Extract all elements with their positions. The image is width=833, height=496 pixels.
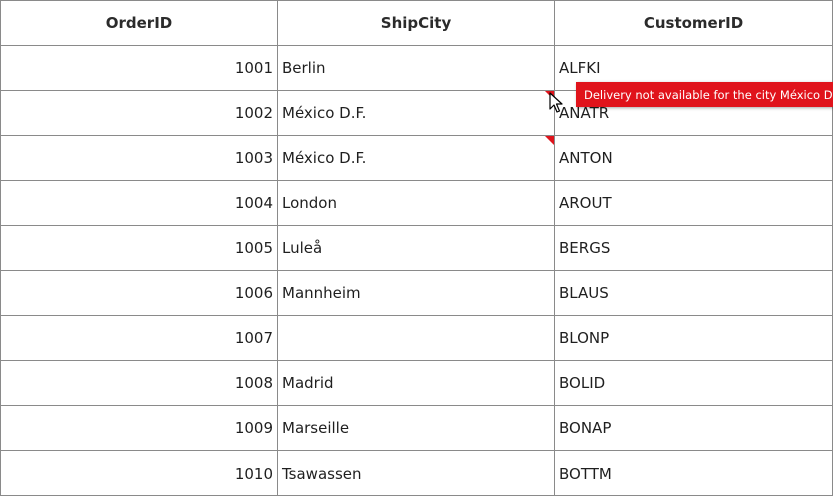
mouse-cursor-icon — [549, 92, 563, 113]
cell-shipcity[interactable]: London — [278, 181, 555, 225]
cell-customerid[interactable]: BLONP — [555, 316, 832, 360]
grid-body: 1001 Berlin ALFKI 1002 México D.F. ANATR 1003 M… — [1, 46, 832, 496]
cell-shipcity[interactable]: Berlin — [278, 46, 555, 90]
cell-customerid[interactable]: BERGS — [555, 226, 832, 270]
cell-customerid[interactable]: ANTON — [555, 136, 832, 180]
cell-shipcity[interactable]: México D.F. — [278, 136, 555, 180]
table-row[interactable]: 1009 Marseille BONAP — [1, 406, 832, 451]
table-row[interactable]: 1010 Tsawassen BOTTM — [1, 451, 832, 496]
cell-shipcity-text: London — [282, 194, 337, 212]
cell-customerid[interactable]: BLAUS — [555, 271, 832, 315]
cell-shipcity-text: México D.F. — [282, 104, 367, 122]
cell-shipcity-text: Mannheim — [282, 284, 361, 302]
cell-orderid[interactable]: 1008 — [1, 361, 278, 405]
cell-shipcity-text: Tsawassen — [282, 464, 362, 483]
cell-customerid[interactable]: AROUT — [555, 181, 832, 225]
cell-shipcity[interactable] — [278, 316, 555, 360]
cell-shipcity[interactable]: Marseille — [278, 406, 555, 450]
error-indicator-icon[interactable] — [545, 136, 554, 145]
header-row: OrderID ShipCity CustomerID — [1, 1, 832, 46]
cell-orderid[interactable]: 1006 — [1, 271, 278, 315]
column-header-customerid[interactable]: CustomerID — [555, 1, 832, 45]
cell-customerid[interactable]: BOLID — [555, 361, 832, 405]
cell-shipcity-text: Madrid — [282, 374, 334, 392]
table-row[interactable]: 1004 London AROUT — [1, 181, 832, 226]
cell-orderid[interactable]: 1009 — [1, 406, 278, 450]
column-header-orderid[interactable]: OrderID — [1, 1, 278, 45]
cell-shipcity-text: México D.F. — [282, 149, 367, 167]
cell-shipcity[interactable]: México D.F. — [278, 91, 555, 135]
cell-shipcity[interactable]: Tsawassen — [278, 451, 555, 496]
cell-customerid[interactable]: BOTTM — [555, 451, 832, 496]
cell-orderid[interactable]: 1004 — [1, 181, 278, 225]
cell-shipcity-text: Berlin — [282, 59, 326, 77]
cell-orderid[interactable]: 1005 — [1, 226, 278, 270]
table-row[interactable]: 1006 Mannheim BLAUS — [1, 271, 832, 316]
validation-error-tooltip: Delivery not available for the city Méxi… — [576, 82, 833, 107]
cell-shipcity[interactable]: Madrid — [278, 361, 555, 405]
cell-orderid[interactable]: 1002 — [1, 91, 278, 135]
table-row[interactable]: 1005 Luleå BERGS — [1, 226, 832, 271]
cell-shipcity[interactable]: Luleå — [278, 226, 555, 270]
cell-shipcity-text: Luleå — [282, 239, 323, 257]
cell-shipcity[interactable]: Mannheim — [278, 271, 555, 315]
cell-orderid[interactable]: 1001 — [1, 46, 278, 90]
table-row[interactable]: 1008 Madrid BOLID — [1, 361, 832, 406]
table-row[interactable]: 1003 México D.F. ANTON — [1, 136, 832, 181]
cell-shipcity-text: Marseille — [282, 419, 350, 437]
table-row[interactable]: 1007 BLONP — [1, 316, 832, 361]
cell-orderid[interactable]: 1003 — [1, 136, 278, 180]
column-header-shipcity[interactable]: ShipCity — [278, 1, 555, 45]
data-grid: OrderID ShipCity CustomerID 1001 Berlin AL… — [0, 0, 833, 496]
cell-orderid[interactable]: 1007 — [1, 316, 278, 360]
cell-customerid[interactable]: BONAP — [555, 406, 832, 450]
cell-orderid[interactable]: 1010 — [1, 451, 278, 496]
